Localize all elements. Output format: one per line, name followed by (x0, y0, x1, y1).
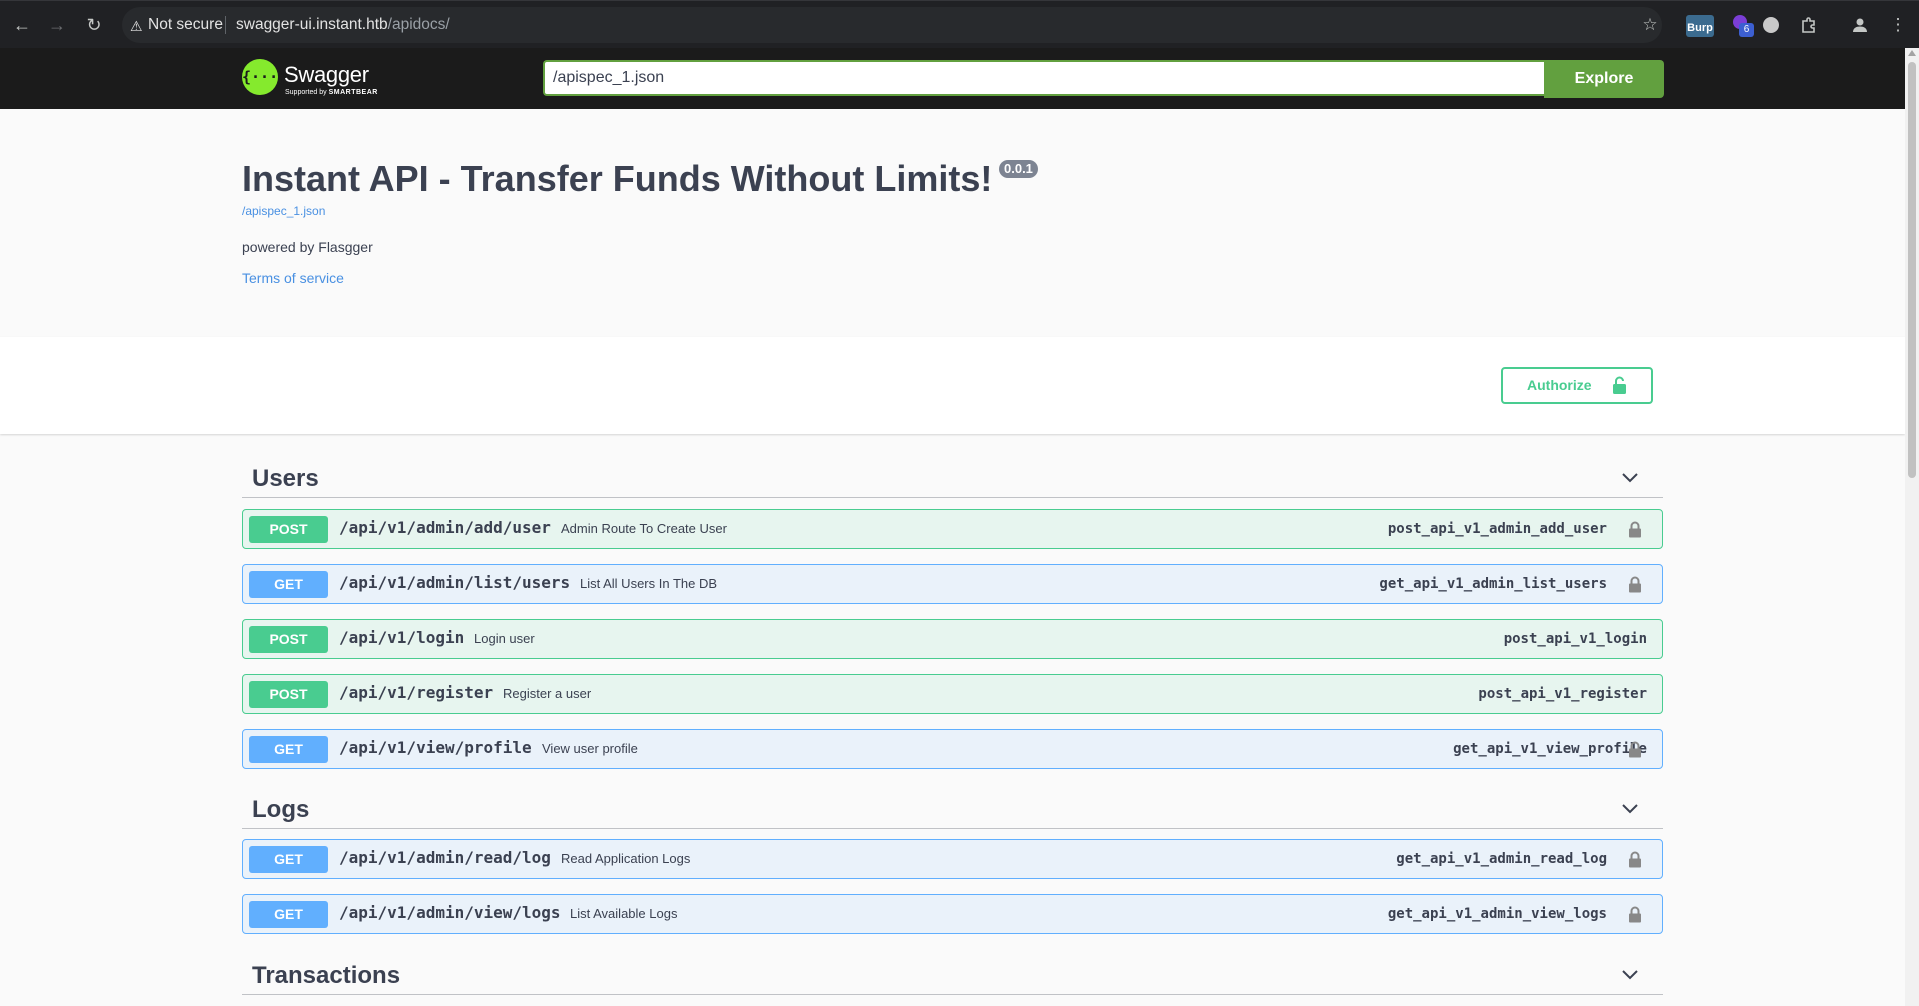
operation-summary: Admin Route To Create User (561, 521, 727, 536)
operation-get-view-profile[interactable]: GET /api/v1/view/profile View user profi… (242, 729, 1663, 769)
method-badge: GET (249, 736, 328, 763)
operation-summary: List Available Logs (570, 906, 678, 921)
supported-by-label: Supported by (285, 89, 327, 96)
tag-transactions-header[interactable]: Transactions (242, 952, 1663, 995)
operation-summary: List All Users In The DB (580, 576, 718, 591)
browser-toolbar: ← → ↻ ⚠ Not secure swagger-ui.instant.ht… (0, 0, 1919, 48)
swagger-logo-subtext: Supported by SMARTBEAR (285, 89, 378, 96)
address-divider (225, 16, 226, 34)
operation-post-login[interactable]: POST /api/v1/login Login user post_api_v… (242, 619, 1663, 659)
tag-name: Users (252, 465, 319, 492)
warning-triangle-icon[interactable]: ⚠ (130, 18, 143, 35)
method-badge: GET (249, 901, 328, 928)
lock-icon[interactable] (1628, 906, 1642, 923)
operation-path: /api/v1/admin/read/log (339, 848, 551, 867)
operation-id: get_api_v1_view_profile (1453, 741, 1647, 757)
back-arrow-icon[interactable]: ← (12, 15, 32, 35)
authorize-button[interactable]: Authorize (1501, 367, 1653, 404)
operation-id: get_api_v1_admin_list_users (1379, 576, 1607, 592)
api-description: powered by Flasgger (242, 239, 373, 255)
lock-icon[interactable] (1628, 851, 1642, 868)
smartbear-label: SMARTBEAR (328, 89, 378, 96)
extensions-puzzle-icon[interactable] (1797, 13, 1821, 37)
chevron-down-icon[interactable] (1621, 966, 1639, 984)
terms-of-service-link[interactable]: Terms of service (242, 270, 344, 286)
scrollbar-thumb[interactable] (1908, 62, 1916, 478)
scroll-up-arrow-icon[interactable] (1908, 50, 1916, 56)
explore-button[interactable]: Explore (1544, 60, 1664, 98)
lock-icon[interactable] (1628, 741, 1642, 758)
page-scrollbar[interactable] (1905, 48, 1919, 1006)
browser-menu-icon[interactable]: ⋮ (1886, 13, 1910, 37)
profile-avatar-icon[interactable] (1848, 13, 1872, 37)
operation-path: /api/v1/view/profile (339, 738, 532, 757)
burp-extension-icon[interactable]: Burp (1686, 15, 1714, 37)
operation-id: post_api_v1_admin_add_user (1387, 521, 1607, 537)
unlocked-padlock-icon (1613, 376, 1626, 394)
operation-id: get_api_v1_admin_read_log (1396, 851, 1607, 867)
operation-summary: View user profile (542, 741, 638, 756)
operation-summary: Register a user (503, 686, 592, 701)
lock-icon[interactable] (1628, 521, 1642, 538)
address-url[interactable]: swagger-ui.instant.htb/apidocs/ (236, 16, 450, 34)
method-badge: POST (249, 626, 328, 653)
operation-get-admin-view-logs[interactable]: GET /api/v1/admin/view/logs List Availab… (242, 894, 1663, 934)
bookmark-star-icon[interactable]: ☆ (1638, 13, 1662, 37)
operation-post-register[interactable]: POST /api/v1/register Register a user po… (242, 674, 1663, 714)
lock-icon[interactable] (1628, 576, 1642, 593)
extension-with-badge-icon[interactable]: 6 (1733, 15, 1755, 37)
operation-path: /api/v1/register (339, 683, 494, 702)
operation-path: /api/v1/login (339, 628, 465, 647)
method-badge: GET (249, 571, 328, 598)
chevron-down-icon[interactable] (1621, 469, 1639, 487)
method-badge: POST (249, 516, 328, 543)
tag-name: Logs (252, 796, 310, 823)
chevron-down-icon[interactable] (1621, 800, 1639, 818)
method-badge: GET (249, 846, 328, 873)
operation-get-admin-list-users[interactable]: GET /api/v1/admin/list/users List All Us… (242, 564, 1663, 604)
api-title: Instant API - Transfer Funds Without Lim… (242, 158, 993, 199)
spec-url-input[interactable] (543, 60, 1544, 96)
operation-post-admin-add-user[interactable]: POST /api/v1/admin/add/user Admin Route … (242, 509, 1663, 549)
operation-id: get_api_v1_admin_view_logs (1387, 906, 1607, 922)
swagger-logo-icon[interactable]: {···} (242, 59, 287, 95)
operation-summary: Login user (474, 631, 535, 646)
operation-id: post_api_v1_register (1478, 686, 1647, 702)
security-indicator[interactable]: Not secure (148, 16, 223, 34)
operation-id: post_api_v1_login (1503, 631, 1647, 647)
forward-arrow-icon[interactable]: → (47, 15, 67, 35)
version-badge: 0.0.1 (999, 160, 1038, 178)
operation-get-admin-read-log[interactable]: GET /api/v1/admin/read/log Read Applicat… (242, 839, 1663, 879)
url-path: /apidocs/ (387, 16, 450, 33)
tag-logs-header[interactable]: Logs (242, 786, 1663, 829)
globe-extension-icon[interactable] (1763, 17, 1779, 33)
operation-summary: Read Application Logs (561, 851, 691, 866)
operation-path: /api/v1/admin/view/logs (339, 903, 561, 922)
operation-path: /api/v1/admin/add/user (339, 518, 551, 537)
swagger-logo-text: Swagger (284, 62, 369, 87)
url-host: swagger-ui.instant.htb (236, 16, 388, 33)
method-badge: POST (249, 681, 328, 708)
tag-name: Transactions (252, 962, 401, 989)
extension-badge-count: 6 (1739, 23, 1754, 37)
reload-icon[interactable]: ↻ (84, 15, 104, 35)
operation-path: /api/v1/admin/list/users (339, 573, 571, 592)
spec-link[interactable]: /apispec_1.json (242, 204, 325, 218)
tag-users-header[interactable]: Users (242, 455, 1663, 498)
